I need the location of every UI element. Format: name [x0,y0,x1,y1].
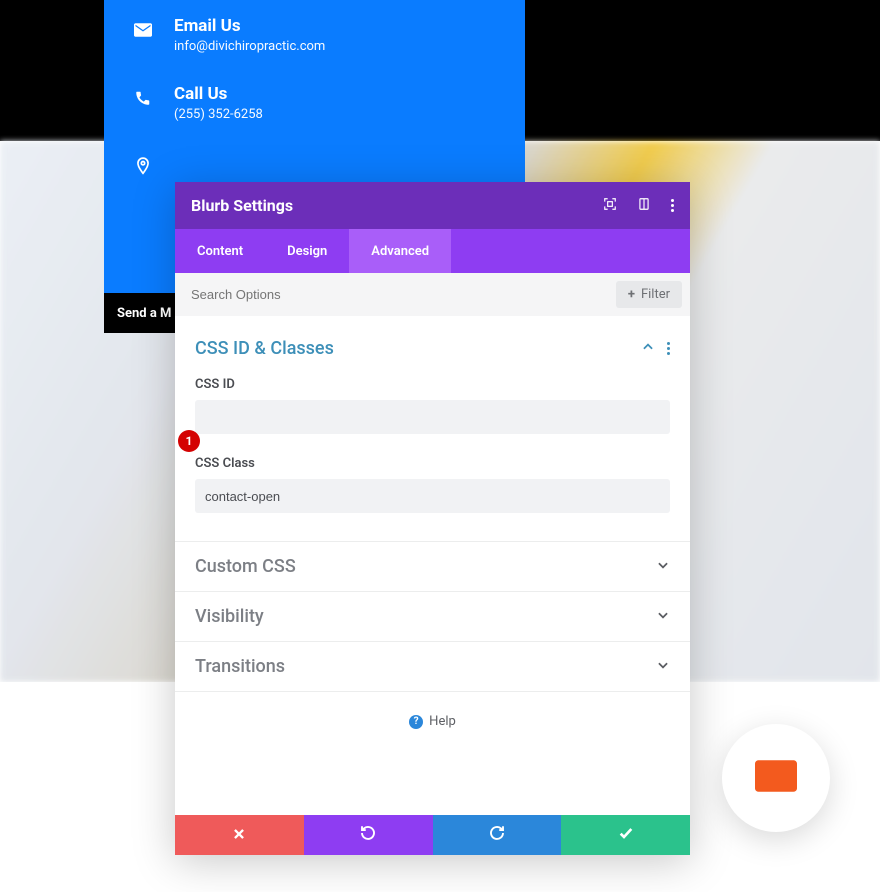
section-visibility[interactable]: Visibility [175,591,690,641]
email-title: Email Us [174,16,325,36]
search-row: + Filter [175,273,690,316]
chevron-down-icon [656,606,670,627]
phone-title: Call Us [174,84,263,104]
css-id-label: CSS ID [195,377,670,392]
close-icon [232,826,246,845]
annotation-marker-1: 1 [178,430,200,452]
marker-number: 1 [186,434,193,448]
phone-icon [134,89,152,107]
filter-label: Filter [641,287,670,302]
tab-design[interactable]: Design [265,229,349,273]
panel-header-icons [603,197,674,215]
tablet-icon[interactable] [637,197,651,215]
tab-advanced[interactable]: Advanced [349,229,451,273]
plus-icon: + [628,287,635,302]
envelope-icon [755,760,797,796]
search-input[interactable] [191,287,616,302]
expand-icon[interactable] [603,197,617,215]
chevron-up-icon[interactable] [641,338,655,359]
contact-email-item[interactable]: Email Us info@divichiropractic.com [134,16,525,54]
section-title-visibility: Visibility [195,606,264,627]
contact-location-item[interactable] [134,152,525,175]
chevron-down-icon [656,556,670,577]
tab-content[interactable]: Content [175,229,265,273]
panel-header[interactable]: Blurb Settings [175,182,690,229]
undo-button[interactable] [304,815,433,855]
section-kebab-icon[interactable] [667,342,670,355]
css-class-input[interactable] [195,479,670,513]
phone-value: (255) 352-6258 [174,107,263,122]
section-title-transitions: Transitions [195,656,285,677]
save-button[interactable] [561,815,690,855]
section-custom-css[interactable]: Custom CSS [175,541,690,591]
css-class-label: CSS Class [195,456,670,471]
undo-icon [359,824,377,846]
section-head-css-id-classes[interactable]: CSS ID & Classes [195,330,670,367]
kebab-icon[interactable] [671,199,674,212]
settings-panel: Blurb Settings Content Design Advanced +… [175,182,690,855]
contact-phone-item[interactable]: Call Us (255) 352-6258 [134,84,525,122]
panel-title: Blurb Settings [191,196,293,215]
panel-content: CSS ID & Classes CSS ID CSS Class Custom… [175,316,690,815]
contact-fab-button[interactable] [722,724,830,832]
panel-footer [175,815,690,855]
send-message-label: Send a M [117,306,171,321]
filter-button[interactable]: + Filter [616,281,682,308]
section-title-custom-css: Custom CSS [195,556,296,577]
map-pin-icon [134,157,152,175]
section-css-id-classes: CSS ID & Classes CSS ID CSS Class [175,316,690,541]
section-transitions[interactable]: Transitions [175,641,690,691]
redo-icon [488,824,506,846]
email-value: info@divichiropractic.com [174,39,325,54]
chevron-down-icon [656,656,670,677]
tabs: Content Design Advanced [175,229,690,273]
cancel-button[interactable] [175,815,304,855]
help-icon: ? [409,715,423,729]
help-row[interactable]: ? Help [175,691,690,751]
help-label: Help [429,714,456,729]
section-title-css-id-classes: CSS ID & Classes [195,338,334,359]
envelope-icon [134,21,152,39]
check-icon [618,825,634,845]
redo-button[interactable] [433,815,562,855]
css-id-input[interactable] [195,400,670,434]
